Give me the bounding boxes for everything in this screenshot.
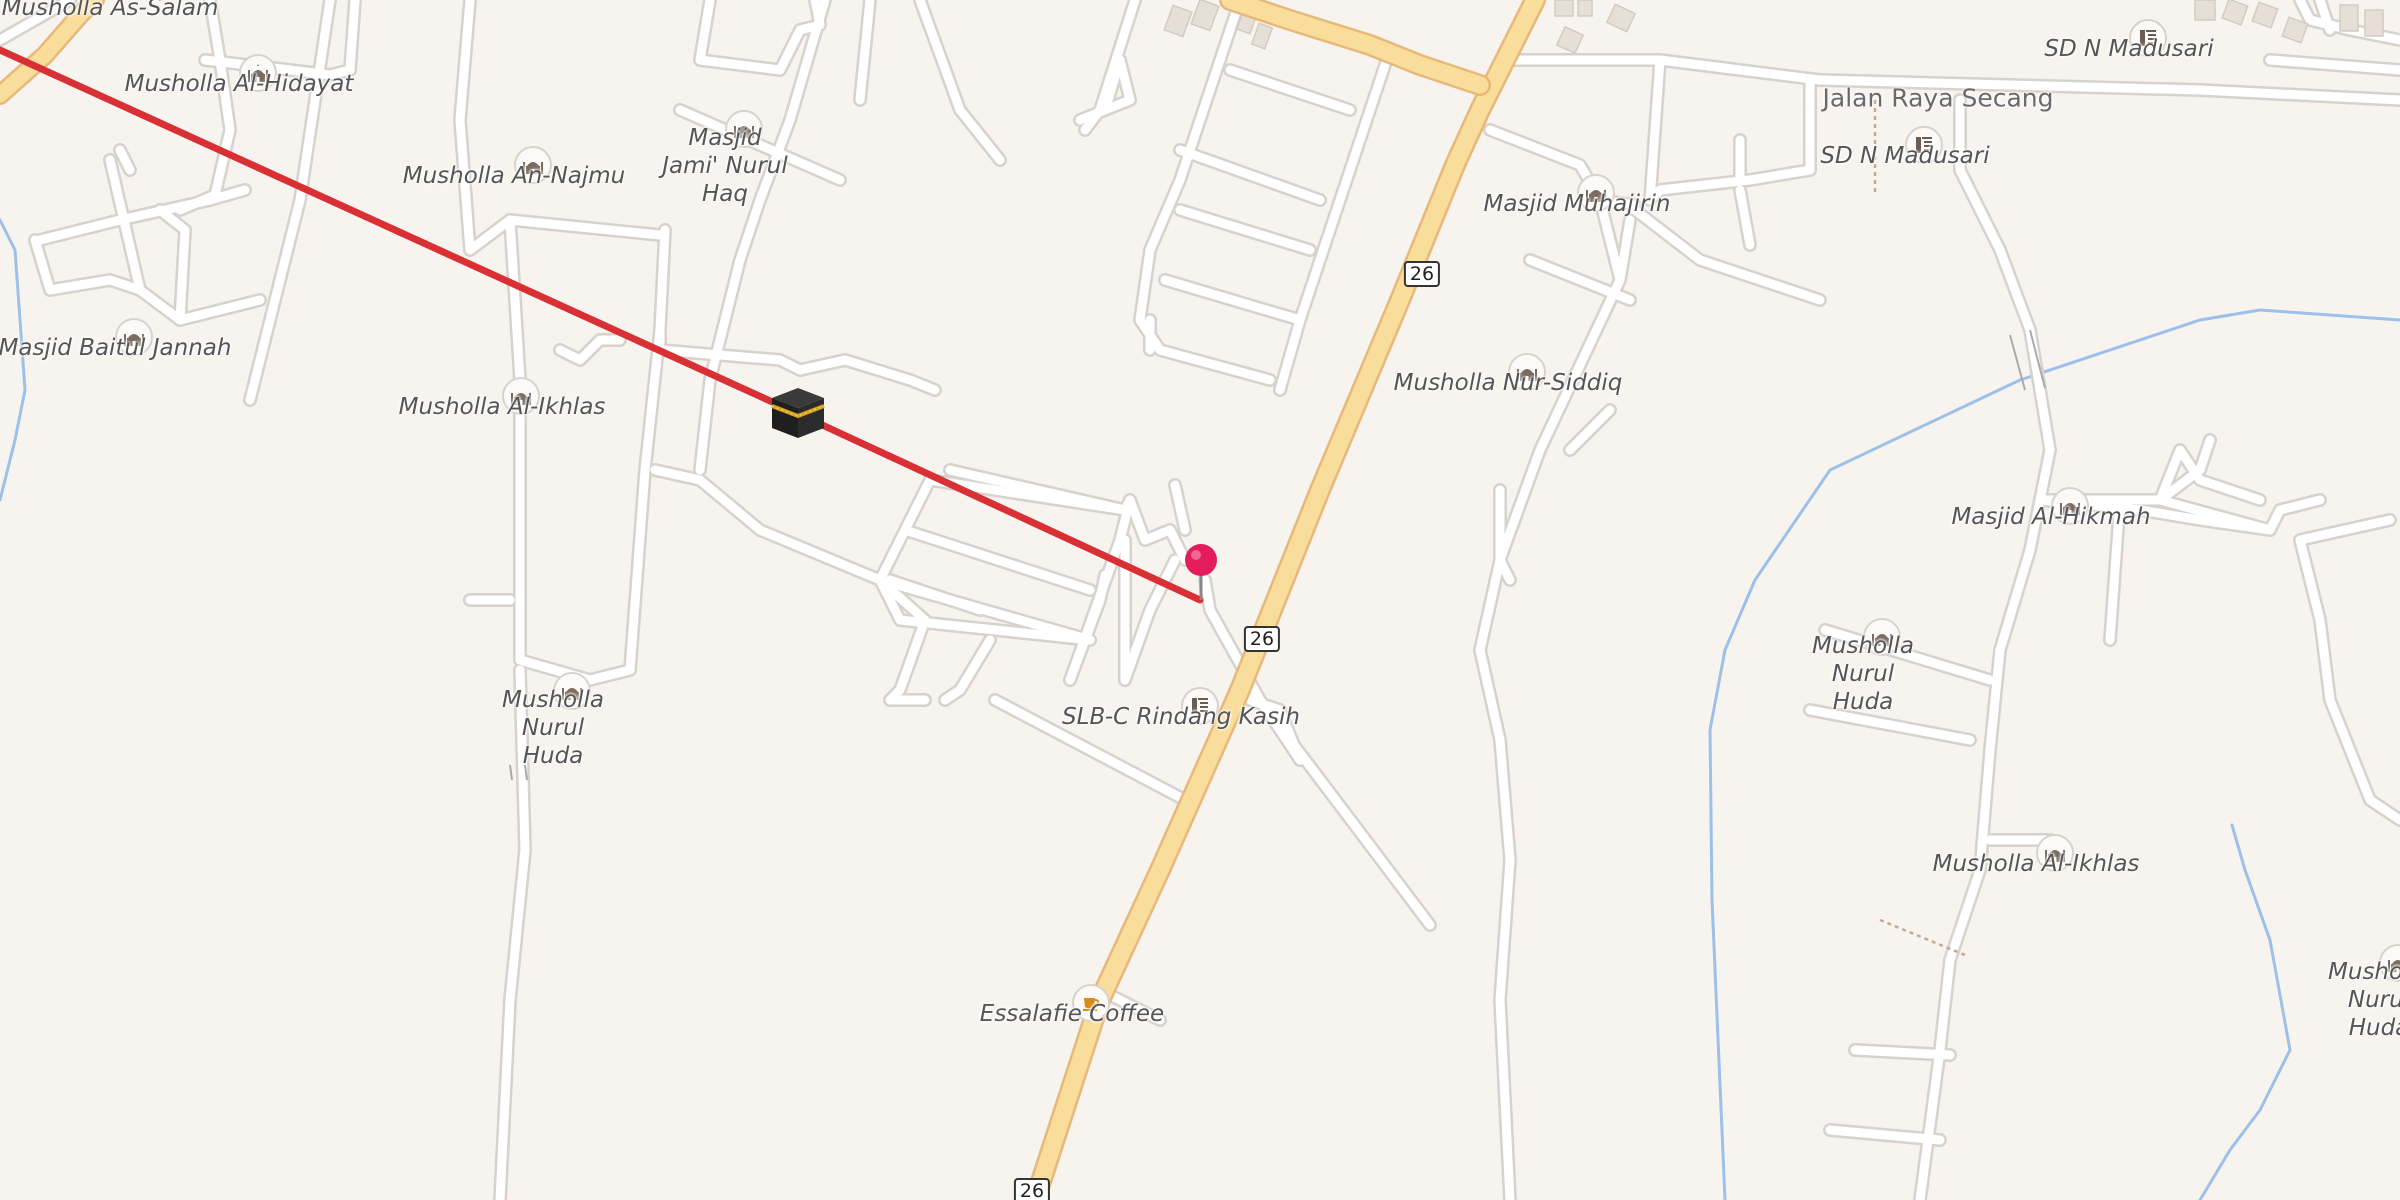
poi-musholla-al-ikhlas[interactable]: Musholla Al-Ikhlas [399,377,605,420]
poi-label: Essalafie Coffee [979,1001,1165,1027]
poi-label: Masjid Baitul Jannah [0,335,232,361]
map-canvas[interactable]: Jalan Raya Secang 26 26 26 Musholla As-S… [0,0,2400,1200]
poi-label: Musholla Al-Hidayat [124,71,354,97]
poi-essalafie-coffee[interactable]: Essalafie Coffee [980,984,1164,1027]
route-shield: 26 [1013,1178,1051,1200]
poi-musholla-nurul-huda[interactable]: Musholla Nurul Huda [1812,618,1914,715]
poi-label: SLB-C Rindang Kasih [1062,704,1300,730]
poi-slb-c-rindang-kasih[interactable]: SLB-C Rindang Kasih [1062,687,1300,730]
poi-label: Musholla Al-Ikhlas [398,394,606,420]
poi-label: Musholla An-Najmu [402,163,626,189]
route-shield: 26 [1403,261,1441,287]
poi-label: Masjid Muhajirin [1483,191,1671,217]
poi-label: Musholla Nurul Huda [502,687,604,769]
map-pin-icon[interactable] [1181,542,1221,606]
poi-label[interactable]: Musholla As-Salam [2,0,219,22]
route-shield: 26 [1243,626,1281,652]
poi-musholla-nurul-huda[interactable]: Musholla Nurul Huda [502,672,604,769]
poi-musholla-al-ikhlas[interactable]: Musholla Al-Ikhlas [1933,834,2139,877]
street-label-jalan-raya-secang: Jalan Raya Secang [1822,83,2054,113]
poi-masjid-al-hikmah[interactable]: Masjid Al-Hikmah [1951,487,2151,530]
poi-musholla-al-hidayat[interactable]: Musholla Al-Hidayat [125,54,353,97]
poi-sd-n-madusari[interactable]: SD N Madusari [1820,126,1990,169]
poi-label: Musholla Nurul Huda [1812,633,1914,715]
poi-label: Musholla Al-Ikhlas [1932,851,2140,877]
poi-masjid-jami-nurul-haq[interactable]: Masjid Jami' Nurul Haq [662,110,788,207]
poi-musholla-an-najmu[interactable]: Musholla An-Najmu [403,146,625,189]
poi-label: Musholla Nurul Huda [2328,959,2400,1041]
poi-musholla-nur-siddiq[interactable]: Musholla Nur-Siddiq [1394,353,1622,396]
kaaba-icon[interactable] [768,384,828,444]
poi-label: Masjid Jami' Nurul Haq [662,125,788,207]
poi-label: SD N Madusari [2044,36,2214,62]
poi-musholla-nurul-huda[interactable]: Musholla Nurul Huda [2328,944,2400,1041]
poi-masjid-baitul-jannah[interactable]: Masjid Baitul Jannah [0,318,231,361]
poi-sd-n-madusari[interactable]: SD N Madusari [2044,19,2214,62]
poi-label: SD N Madusari [1820,143,1990,169]
poi-masjid-muhajirin[interactable]: Masjid Muhajirin [1484,174,1670,217]
poi-label: Musholla Nur-Siddiq [1393,370,1623,396]
poi-label: Masjid Al-Hikmah [1951,504,2151,530]
